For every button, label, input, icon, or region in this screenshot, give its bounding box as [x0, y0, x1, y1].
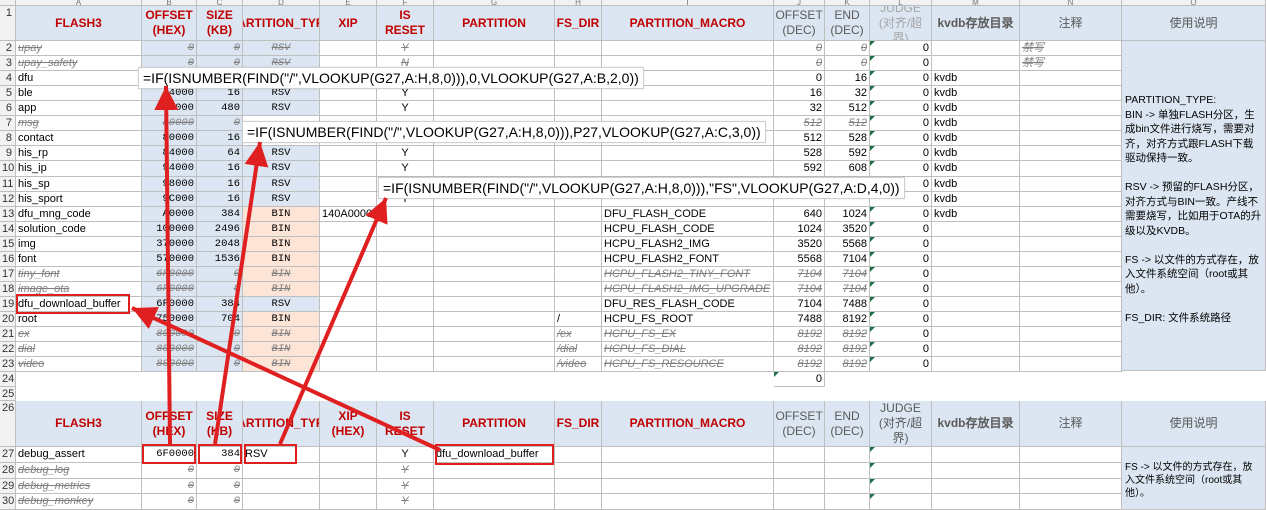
arrow-type	[278, 197, 388, 445]
annotation-arrows	[131, 85, 441, 452]
arrow-size	[213, 141, 269, 445]
arrow-offset	[154, 85, 179, 445]
